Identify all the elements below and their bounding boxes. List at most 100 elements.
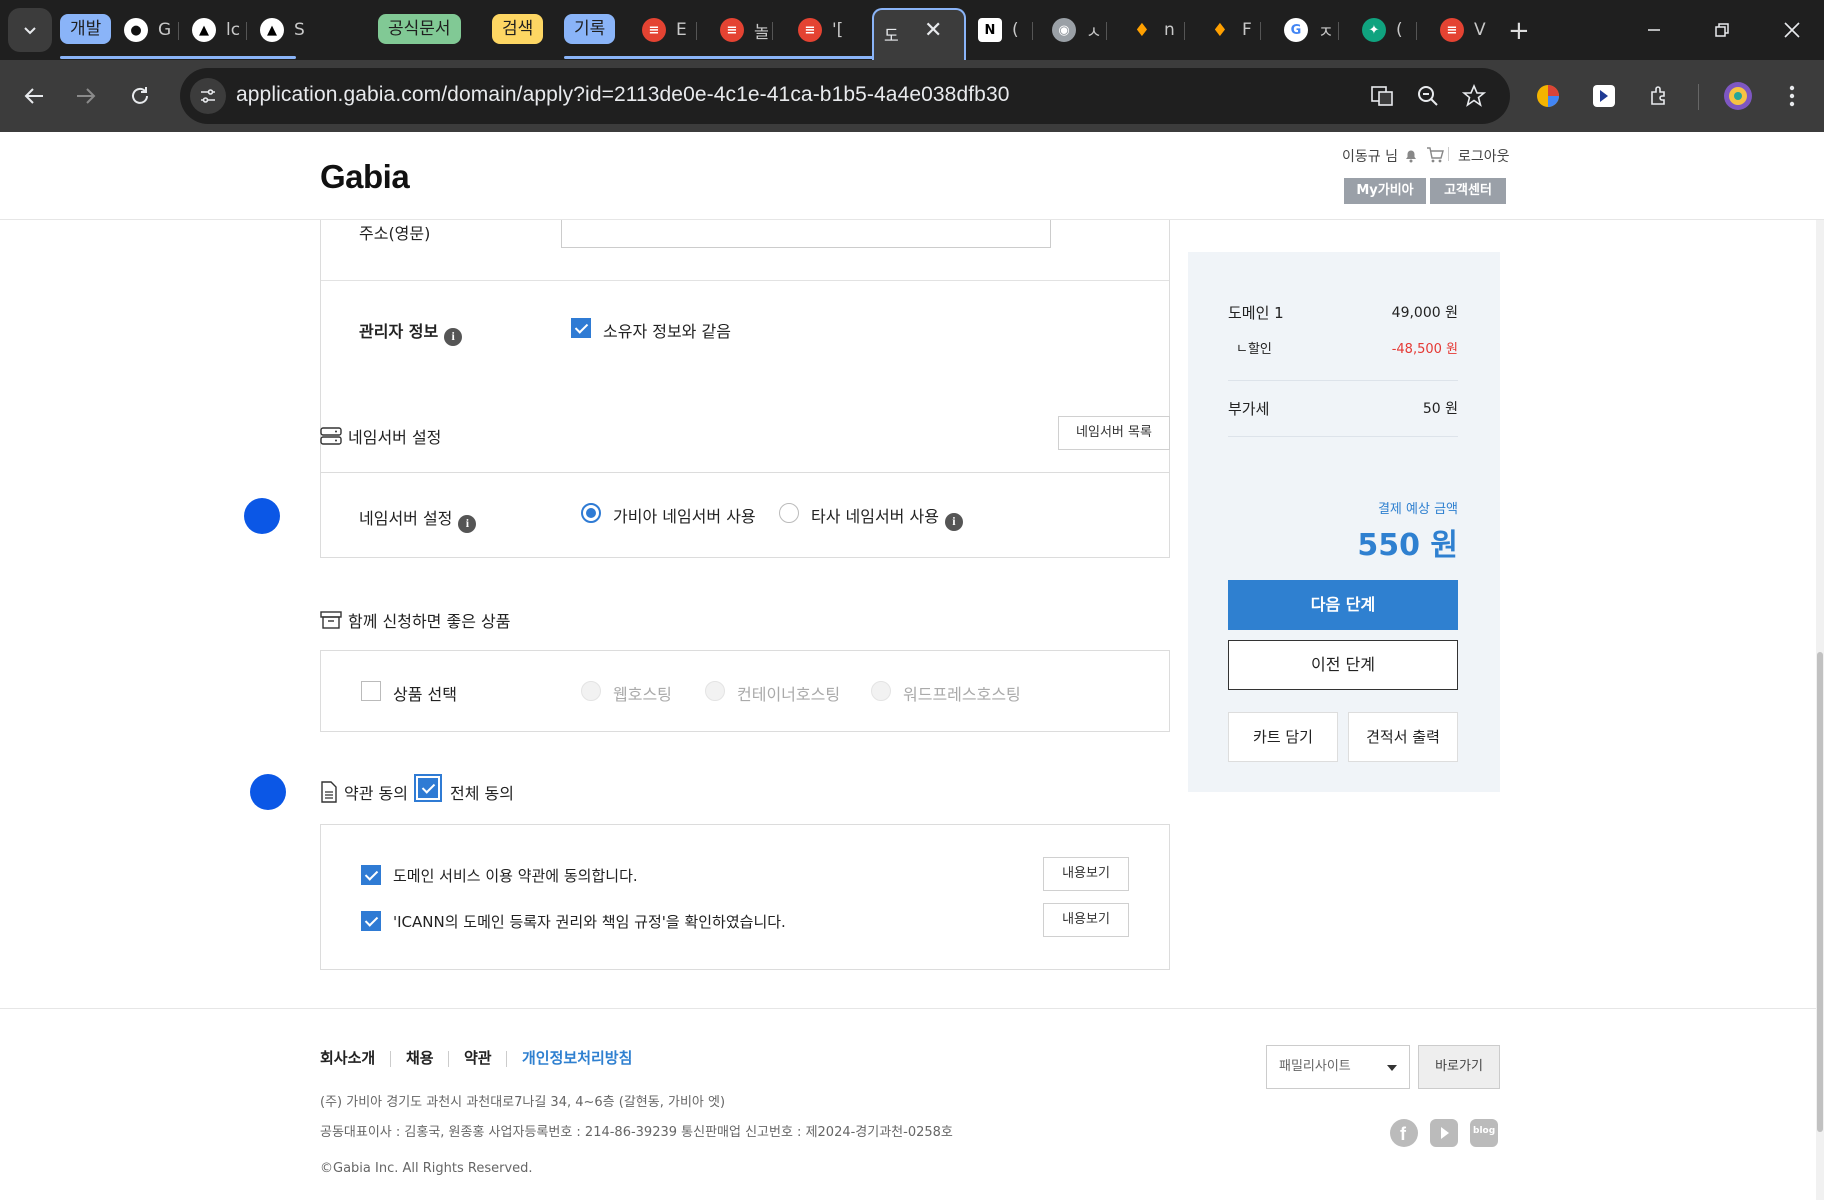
- tab-active-gabia[interactable]: 도 ✕: [872, 8, 966, 60]
- admin-info-label: 관리자 정보 i: [359, 318, 463, 346]
- radio-gabia-nameserver[interactable]: [581, 503, 601, 523]
- tab-group-search[interactable]: 검색: [492, 14, 544, 44]
- close-window-button[interactable]: [1772, 10, 1812, 50]
- tab-firebase-1[interactable]: ♦ n: [1116, 8, 1178, 52]
- facebook-icon[interactable]: f: [1390, 1119, 1418, 1147]
- discount-label: ㄴ할인: [1236, 342, 1272, 357]
- tab-vercel-2[interactable]: ▲ S: [246, 8, 308, 52]
- caret-down-icon: [1387, 1065, 1397, 1071]
- color-picker-extension-icon[interactable]: [1528, 76, 1568, 116]
- tab-chrome[interactable]: ◉ ㅅ: [1038, 8, 1100, 52]
- footer-link-privacy[interactable]: 개인정보처리방침: [522, 1047, 632, 1068]
- tab-group-docs[interactable]: 공식문서: [378, 14, 461, 44]
- add-to-cart-button[interactable]: 카트 담기: [1228, 712, 1338, 762]
- terms-checkbox-2[interactable]: [361, 911, 381, 931]
- terms-all-checkbox[interactable]: [418, 778, 438, 798]
- info-icon[interactable]: i: [444, 327, 463, 346]
- browser-toolbar: application.gabia.com/domain/apply?id=21…: [0, 60, 1824, 132]
- tab-group-records[interactable]: 기록: [564, 14, 616, 44]
- domain-price-row: 도메인 1 49,000 원: [1228, 302, 1458, 323]
- terms-section-title: 약관 동의: [320, 780, 408, 804]
- reload-icon: [132, 87, 148, 104]
- tab-title: E: [676, 20, 687, 40]
- gabia-logo[interactable]: Gabia: [320, 158, 410, 196]
- next-step-button[interactable]: 다음 단계: [1228, 580, 1458, 630]
- radio-container-hosting[interactable]: [705, 681, 725, 701]
- tabs: 개발 ● G ▲ lc ▲ S 공식문서 검색 기록 ≡ E ≡ 놀 ≡ '[…: [60, 8, 1824, 60]
- view-terms-button-2[interactable]: 내용보기: [1043, 903, 1129, 937]
- site-info-icon[interactable]: [190, 78, 226, 114]
- footer-link-company[interactable]: 회사소개: [320, 1047, 375, 1068]
- tab-google[interactable]: G ㅈ: [1270, 8, 1332, 52]
- support-button[interactable]: 고객센터: [1430, 178, 1506, 204]
- translate-icon[interactable]: [1368, 82, 1396, 110]
- tab-firebase-2[interactable]: ♦ F: [1194, 8, 1256, 52]
- more-menu-icon[interactable]: [1772, 76, 1812, 116]
- family-site-select[interactable]: 패밀리사이트: [1266, 1045, 1410, 1089]
- server-icon: [320, 427, 342, 445]
- tab-todoist-3[interactable]: ≡ '[: [784, 8, 846, 52]
- terms-text-2: 'ICANN의 도메인 등록자 권리와 책임 규정'을 확인하였습니다.: [393, 913, 786, 931]
- extension-icon[interactable]: [1584, 76, 1624, 116]
- tab-notion[interactable]: N (: [964, 8, 1026, 52]
- company-registry: 공동대표이사 : 김홍국, 원종홍 사업자등록번호 : 214-86-39239…: [320, 1125, 953, 1140]
- blog-icon[interactable]: blog: [1470, 1119, 1498, 1147]
- family-site-go-button[interactable]: 바로가기: [1418, 1045, 1500, 1089]
- footer-link-terms[interactable]: 약관: [464, 1047, 492, 1068]
- discount-value: -48,500 원: [1391, 342, 1458, 357]
- zoom-icon[interactable]: [1414, 82, 1442, 110]
- close-icon: [1784, 22, 1800, 38]
- tab-search-button[interactable]: [8, 8, 52, 52]
- close-icon[interactable]: ✕: [924, 18, 942, 43]
- tab-github[interactable]: ● G: [110, 8, 172, 52]
- tab-title: n: [1164, 20, 1175, 40]
- puzzle-extensions-icon[interactable]: [1640, 76, 1680, 116]
- notion-icon: N: [978, 18, 1002, 42]
- tab-vercel-1[interactable]: ▲ lc: [178, 8, 240, 52]
- print-quote-button[interactable]: 견적서 출력: [1348, 712, 1458, 762]
- profile-avatar[interactable]: [1718, 76, 1758, 116]
- prev-step-button[interactable]: 이전 단계: [1228, 640, 1458, 690]
- todoist-icon: ≡: [798, 18, 822, 42]
- view-terms-button-1[interactable]: 내용보기: [1043, 857, 1129, 891]
- vat-label: 부가세: [1228, 400, 1270, 418]
- terms-section-text: 약관 동의: [344, 784, 408, 803]
- tab-group-dev[interactable]: 개발: [60, 14, 112, 44]
- cart-icon[interactable]: [1426, 146, 1444, 168]
- total-label: 결제 예상 금액: [1377, 502, 1458, 517]
- youtube-icon[interactable]: [1430, 1119, 1458, 1147]
- tab-todoist-1[interactable]: ≡ E: [628, 8, 690, 52]
- tab-chatgpt[interactable]: ✦ (: [1348, 8, 1410, 52]
- chevron-down-icon: [24, 27, 36, 35]
- gabia-nameserver-label: 가비아 네임서버 사용: [613, 507, 756, 526]
- terms-checkbox-1[interactable]: [361, 865, 381, 885]
- minimize-button[interactable]: [1634, 10, 1674, 50]
- tab-title: '[: [832, 20, 844, 40]
- footer-link-careers[interactable]: 채용: [406, 1047, 434, 1068]
- restore-button[interactable]: [1702, 10, 1742, 50]
- info-icon[interactable]: i: [458, 514, 477, 533]
- addon-select-checkbox[interactable]: [361, 681, 381, 701]
- my-gabia-button[interactable]: My가비아: [1344, 178, 1426, 204]
- new-tab-button[interactable]: +: [1508, 18, 1530, 44]
- forward-button[interactable]: [66, 76, 106, 116]
- bookmark-star-icon[interactable]: [1460, 82, 1488, 110]
- tab-todoist-2[interactable]: ≡ 놀: [706, 8, 768, 52]
- info-icon[interactable]: i: [944, 512, 963, 531]
- admin-info-text: 관리자 정보: [359, 322, 439, 341]
- bell-icon[interactable]: [1403, 147, 1419, 167]
- reload-button[interactable]: [120, 76, 160, 116]
- logout-link[interactable]: 로그아웃: [1458, 146, 1510, 166]
- radio-web-hosting[interactable]: [581, 681, 601, 701]
- blog-text: blog: [1473, 1126, 1496, 1136]
- address-bar[interactable]: application.gabia.com/domain/apply?id=21…: [180, 68, 1510, 124]
- radio-wordpress-hosting[interactable]: [871, 681, 891, 701]
- box-icon: [320, 611, 342, 629]
- nameserver-label-text: 네임서버 설정: [359, 509, 453, 528]
- tab-todoist-4[interactable]: ≡ V: [1426, 8, 1488, 52]
- nameserver-list-button[interactable]: 네임서버 목록: [1058, 416, 1170, 450]
- radio-other-nameserver[interactable]: [779, 503, 799, 523]
- page-scrollbar-thumb[interactable]: [1817, 652, 1823, 1132]
- back-button[interactable]: [14, 76, 54, 116]
- admin-same-checkbox[interactable]: [571, 318, 591, 338]
